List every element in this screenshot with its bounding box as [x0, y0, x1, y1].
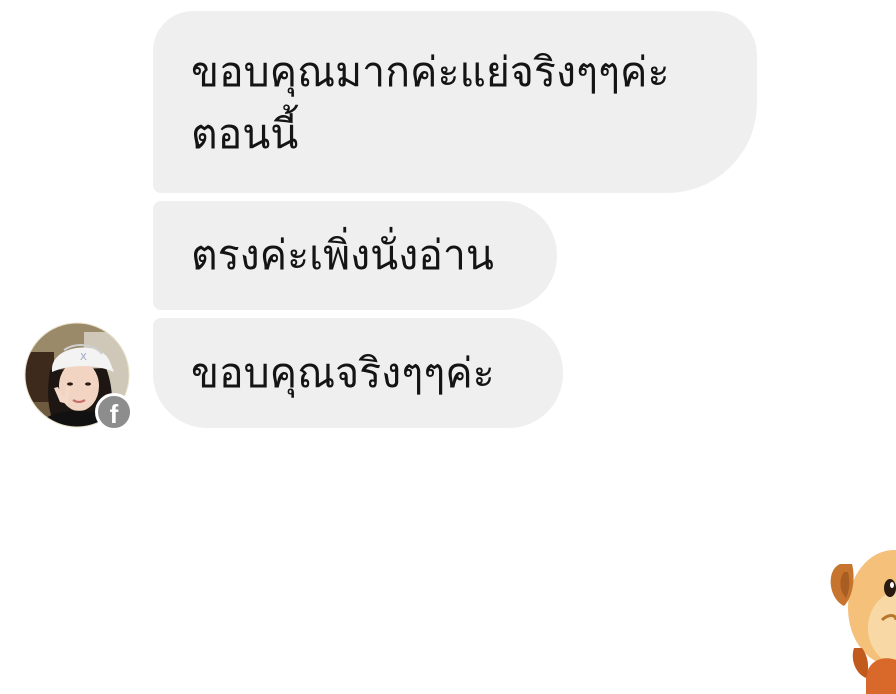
message-text: ตอนนี้ [191, 110, 299, 158]
message-bubble-3[interactable]: ขอบคุณจริงๆๆค่ะ [153, 318, 563, 428]
message-text: ขอบคุณมากค่ะแย่จริงๆๆค่ะ [191, 48, 670, 96]
message-text: ขอบคุณจริงๆๆค่ะ [191, 349, 495, 397]
message-bubble-2[interactable]: ตรงค่ะเพิ่งนั่งอ่าน [153, 201, 557, 310]
message-text: ตรงค่ะเพิ่งนั่งอ่าน [191, 231, 494, 279]
chat-thread: ขอบคุณมากค่ะแย่จริงๆๆค่ะ ตอนนี้ ตรงค่ะเพ… [0, 0, 896, 694]
message-bubble-1[interactable]: ขอบคุณมากค่ะแย่จริงๆๆค่ะ ตอนนี้ [153, 11, 757, 193]
facebook-icon: f [95, 393, 133, 431]
dog-sticker-icon [830, 550, 896, 694]
svg-text:X: X [80, 352, 87, 363]
